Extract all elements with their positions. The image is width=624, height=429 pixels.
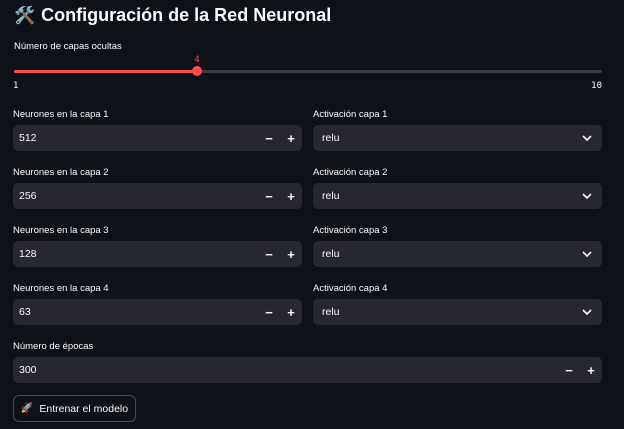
neurons-layer-1-value[interactable]: 512 <box>13 132 258 144</box>
activation-layer-3-value: relu <box>322 248 340 260</box>
neurons-layer-3-label: Neurones en la capa 3 <box>13 225 109 236</box>
neurons-layer-2-input[interactable]: 256 − + <box>13 183 302 209</box>
epochs-label: Número de épocas <box>13 341 94 352</box>
decrement-button[interactable]: − <box>258 241 280 267</box>
increment-button[interactable]: + <box>280 183 302 209</box>
page-title-text: Configuración de la Red Neuronal <box>41 5 332 25</box>
slider-fill <box>14 70 197 73</box>
increment-button[interactable]: + <box>580 357 602 383</box>
hidden-layers-label: Número de capas ocultas <box>14 41 122 52</box>
hidden-layers-slider[interactable]: 4 <box>14 55 602 76</box>
increment-button[interactable]: + <box>280 241 302 267</box>
rocket-icon: 🚀 <box>20 403 34 414</box>
activation-layer-2-select[interactable]: relu <box>313 183 602 209</box>
activation-layer-1-value: relu <box>322 132 340 144</box>
epochs-input[interactable]: 300 − + <box>13 357 602 383</box>
neurons-layer-4-label: Neurones en la capa 4 <box>13 283 109 294</box>
epochs-value[interactable]: 300 <box>13 364 558 376</box>
neurons-layer-3-input[interactable]: 128 − + <box>13 241 302 267</box>
neurons-layer-1-input[interactable]: 512 − + <box>13 125 302 151</box>
neurons-layer-4-value[interactable]: 63 <box>13 306 258 318</box>
activation-layer-2-label: Activación capa 2 <box>313 167 388 178</box>
neurons-layer-1-label: Neurones en la capa 1 <box>13 109 109 120</box>
activation-layer-3-label: Activación capa 3 <box>313 225 388 236</box>
slider-thumb[interactable] <box>192 66 202 76</box>
neurons-layer-4-input[interactable]: 63 − + <box>13 299 302 325</box>
chevron-down-icon <box>582 249 592 259</box>
slider-current-value: 4 <box>194 55 200 65</box>
train-model-button-label: Entrenar el modelo <box>39 402 129 415</box>
activation-layer-1-select[interactable]: relu <box>313 125 602 151</box>
slider-max-label: 10 <box>591 81 602 91</box>
slider-min-label: 1 <box>13 81 19 91</box>
tools-icon: 🛠️ <box>14 5 36 25</box>
activation-layer-2-value: relu <box>322 190 340 202</box>
decrement-button[interactable]: − <box>558 357 580 383</box>
activation-layer-1-label: Activación capa 1 <box>313 109 388 120</box>
increment-button[interactable]: + <box>280 299 302 325</box>
chevron-down-icon <box>582 307 592 317</box>
activation-layer-4-select[interactable]: relu <box>313 299 602 325</box>
decrement-button[interactable]: − <box>258 183 280 209</box>
train-model-button[interactable]: 🚀 Entrenar el modelo <box>13 395 136 422</box>
activation-layer-3-select[interactable]: relu <box>313 241 602 267</box>
chevron-down-icon <box>582 191 592 201</box>
page-title: 🛠️ Configuración de la Red Neuronal <box>14 5 331 26</box>
increment-button[interactable]: + <box>280 125 302 151</box>
decrement-button[interactable]: − <box>258 299 280 325</box>
activation-layer-4-label: Activación capa 4 <box>313 283 388 294</box>
neurons-layer-3-value[interactable]: 128 <box>13 248 258 260</box>
neurons-layer-2-label: Neurones en la capa 2 <box>13 167 109 178</box>
neurons-layer-2-value[interactable]: 256 <box>13 190 258 202</box>
decrement-button[interactable]: − <box>258 125 280 151</box>
activation-layer-4-value: relu <box>322 306 340 318</box>
chevron-down-icon <box>582 133 592 143</box>
